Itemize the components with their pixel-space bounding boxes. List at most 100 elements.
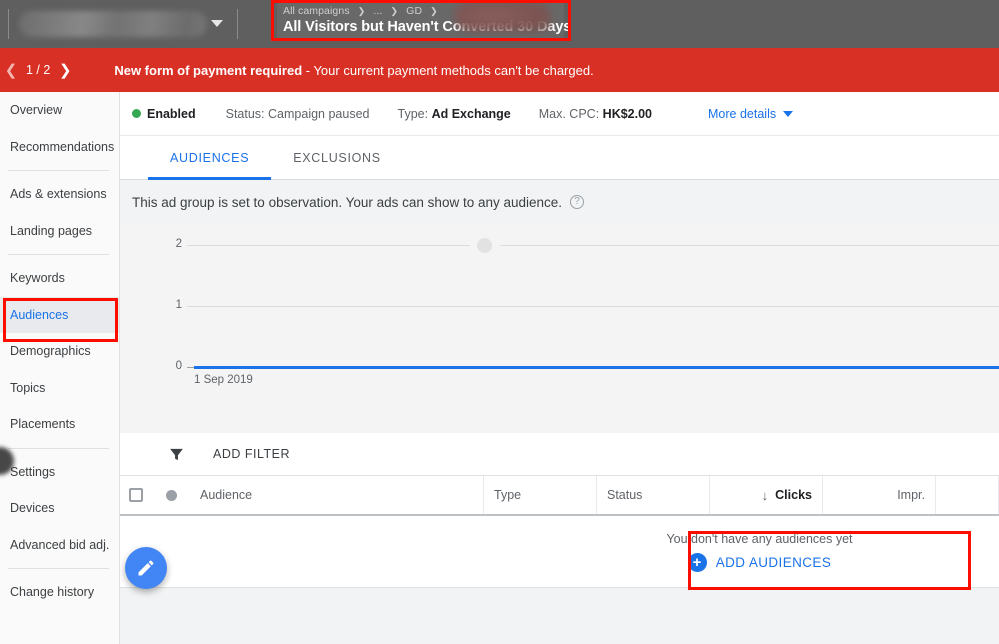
filter-bar: ADD FILTER [120, 433, 999, 475]
sidebar-item-label: Devices [10, 501, 54, 515]
chevron-left-icon[interactable]: ❮ [0, 61, 22, 79]
type-segment: Type: Ad Exchange [398, 107, 511, 121]
campaign-status-bar: Enabled Status: Campaign paused Type: Ad… [120, 92, 999, 136]
add-audiences-button[interactable]: + ADD AUDIENCES [688, 553, 831, 572]
breadcrumb-redaction-overlay [455, 2, 551, 32]
column-label: Type [494, 488, 521, 502]
edit-fab-button[interactable] [125, 547, 167, 589]
add-audiences-label: ADD AUDIENCES [716, 555, 831, 570]
tab-bar: AUDIENCES EXCLUSIONS [120, 136, 999, 180]
sidebar-item-label: Advanced bid adj. [10, 538, 109, 552]
chart-gridline-1 [187, 306, 999, 307]
checkbox-icon[interactable] [129, 488, 143, 502]
sidebar-item-change-history[interactable]: Change history [0, 574, 119, 611]
chevron-down-icon [783, 111, 793, 117]
left-sidebar: Overview Recommendations Ads & extension… [0, 92, 120, 644]
sidebar-item-demographics[interactable]: Demographics [0, 333, 119, 370]
sidebar-item-label: Ads & extensions [10, 187, 107, 201]
breadcrumb-item-0[interactable]: All campaigns [283, 5, 350, 17]
status-dot-icon [166, 490, 177, 501]
breadcrumb-item-2[interactable]: GD [406, 5, 422, 17]
status-dot-cell[interactable] [152, 476, 190, 514]
sidebar-item-audiences[interactable]: Audiences [0, 297, 119, 334]
topbar-divider-right [237, 9, 238, 39]
status-label: Status: [226, 107, 265, 121]
sidebar-item-topics[interactable]: Topics [0, 370, 119, 407]
sidebar-item-keywords[interactable]: Keywords [0, 260, 119, 297]
sidebar-item-devices[interactable]: Devices [0, 490, 119, 527]
sidebar-item-label: Keywords [10, 271, 65, 285]
y-axis-tick-0: 0 [168, 360, 182, 372]
sidebar-divider [8, 170, 109, 171]
select-all-cell[interactable] [120, 476, 152, 514]
y-axis-tick-1: 1 [168, 299, 182, 311]
breadcrumb-separator: ❯ [425, 6, 443, 16]
alert-title: New form of payment required [114, 63, 302, 78]
sidebar-item-ads-extensions[interactable]: Ads & extensions [0, 176, 119, 213]
chart-gridline-2 [187, 245, 999, 246]
add-filter-button[interactable]: ADD FILTER [213, 447, 290, 461]
column-label: Impr. [897, 488, 925, 502]
more-details-label: More details [708, 107, 776, 121]
chart-series-clicks-line [194, 366, 999, 369]
breadcrumb-separator: ❯ [353, 6, 371, 16]
type-label: Type: [398, 107, 429, 121]
y-axis-tick-2: 2 [168, 238, 182, 250]
chart-hover-marker [477, 238, 492, 253]
column-header-overflow[interactable] [936, 476, 999, 514]
green-dot-icon [132, 109, 141, 118]
observation-note: This ad group is set to observation. You… [120, 180, 999, 224]
column-label: Status [607, 488, 642, 502]
performance-chart: 2 1 0 1 Sep 2019 [120, 224, 999, 433]
sidebar-item-placements[interactable]: Placements [0, 406, 119, 443]
sidebar-item-label: Audiences [10, 308, 68, 322]
sidebar-item-label: Recommendations [10, 140, 114, 154]
help-circle-icon[interactable]: ? [570, 195, 584, 209]
sidebar-item-landing-pages[interactable]: Landing pages [0, 213, 119, 250]
sidebar-item-label: Topics [10, 381, 45, 395]
chevron-down-icon[interactable] [211, 20, 223, 27]
pencil-icon [136, 558, 156, 578]
tab-audiences[interactable]: AUDIENCES [148, 136, 271, 179]
arrow-down-icon: ↓ [762, 488, 769, 503]
x-axis-tick-mark [187, 367, 194, 368]
cpc-segment: Max. CPC: HK$2.00 [539, 107, 652, 121]
x-axis-tick-label: 1 Sep 2019 [194, 374, 253, 386]
column-label: Audience [200, 488, 252, 502]
sidebar-item-label: Demographics [10, 344, 91, 358]
payment-alert-bar: ❮ 1 / 2 ❯ New form of payment required -… [0, 48, 999, 92]
sidebar-divider [8, 448, 109, 449]
filter-funnel-icon[interactable] [168, 446, 185, 463]
sidebar-item-settings[interactable]: Settings [0, 454, 119, 491]
breadcrumb-separator: ❯ [385, 6, 403, 16]
alert-detail: - Your current payment methods can't be … [302, 63, 594, 78]
more-details-button[interactable]: More details [708, 107, 793, 121]
plus-circle-icon: + [688, 553, 707, 572]
column-header-status[interactable]: Status [597, 476, 710, 514]
column-header-impr[interactable]: Impr. [823, 476, 936, 514]
tab-label: AUDIENCES [170, 151, 249, 165]
sidebar-item-label: Settings [10, 465, 55, 479]
column-header-audience[interactable]: Audience [190, 476, 484, 514]
alert-counter: 1 / 2 [22, 63, 54, 77]
cpc-label: Max. CPC: [539, 107, 599, 121]
sidebar-item-advanced-bid-adj[interactable]: Advanced bid adj. [0, 527, 119, 564]
table-header-row: Audience Type Status ↓Clicks Impr. [120, 475, 999, 516]
sidebar-item-label: Change history [10, 585, 94, 599]
sidebar-item-overview[interactable]: Overview [0, 92, 119, 129]
sidebar-divider [8, 568, 109, 569]
breadcrumb-item-1[interactable]: ... [373, 5, 382, 17]
column-header-type[interactable]: Type [484, 476, 597, 514]
empty-state-message: You don't have any audiences yet [666, 532, 852, 546]
account-name-redacted [19, 11, 207, 37]
sidebar-divider [8, 254, 109, 255]
sidebar-item-recommendations[interactable]: Recommendations [0, 129, 119, 166]
column-header-clicks[interactable]: ↓Clicks [710, 476, 823, 514]
tab-label: EXCLUSIONS [293, 151, 381, 165]
account-selector[interactable] [9, 0, 237, 48]
alert-message: New form of payment required - Your curr… [114, 63, 593, 78]
tab-exclusions[interactable]: EXCLUSIONS [271, 136, 403, 179]
chevron-right-icon[interactable]: ❯ [54, 61, 76, 79]
observation-note-text: This ad group is set to observation. You… [132, 195, 562, 210]
cpc-value: HK$2.00 [603, 107, 652, 121]
